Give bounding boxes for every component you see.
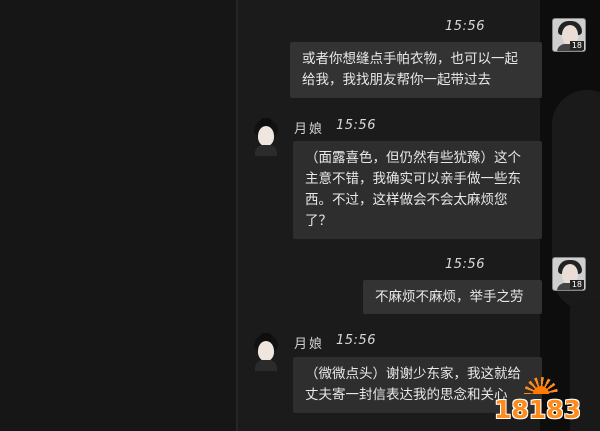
- player-avatar[interactable]: 18: [552, 18, 586, 52]
- npc-avatar[interactable]: [247, 118, 285, 156]
- background-character-art: [540, 0, 600, 431]
- site-watermark-logo: 18183: [494, 377, 594, 429]
- watermark-text: 18183: [494, 395, 581, 424]
- player-avatar[interactable]: 18: [552, 257, 586, 291]
- npc-name: 月娘: [294, 337, 325, 352]
- message-timestamp: 15:56: [445, 257, 485, 272]
- npc-message-bubble[interactable]: （面露喜色，但仍然有些犹豫）这个主意不错，我确实可以亲手做一些东西。不过，这样做…: [293, 141, 542, 239]
- left-empty-panel: [0, 0, 238, 431]
- player-message-bubble[interactable]: 或者你想缝点手帕衣物，也可以一起给我，我找朋友帮你一起带过去: [290, 42, 542, 98]
- message-timestamp: 15:56: [445, 19, 485, 34]
- npc-avatar[interactable]: [247, 333, 285, 371]
- player-message-bubble[interactable]: 不麻烦不麻烦，举手之劳: [363, 280, 542, 314]
- message-timestamp: 15:56: [336, 118, 376, 133]
- npc-name: 月娘: [294, 122, 325, 137]
- age-rating-badge: 18: [569, 41, 584, 50]
- age-rating-badge: 18: [569, 280, 584, 289]
- message-timestamp: 15:56: [336, 333, 376, 348]
